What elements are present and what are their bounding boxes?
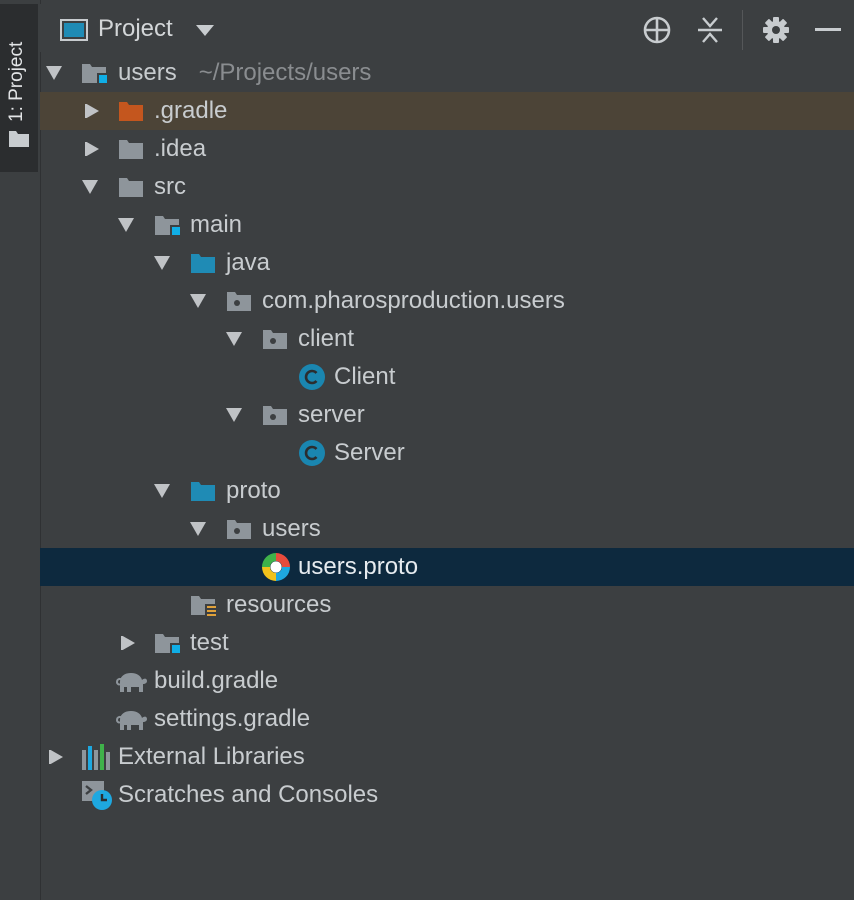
- toolbar-divider: [742, 10, 743, 50]
- tree-node-client-class[interactable]: Client: [40, 358, 854, 396]
- folder-icon: [119, 178, 143, 197]
- tree-node-scratches[interactable]: Scratches and Consoles: [40, 776, 854, 814]
- tree-node-label: java: [226, 249, 271, 276]
- gear-icon: [763, 17, 789, 43]
- tree-node-label: .gradle: [154, 97, 228, 124]
- tree-node-label: users: [262, 515, 321, 542]
- tree-node-idea-dir[interactable]: .idea: [40, 130, 854, 168]
- tree-node-main-dir[interactable]: main: [40, 206, 854, 244]
- minimize-icon: [815, 28, 841, 31]
- tree-node-label: com.pharosproduction.users: [262, 287, 565, 314]
- tree-node-users-root[interactable]: users ~/Projects/users: [40, 54, 854, 92]
- protobuf-file-icon: [262, 553, 290, 581]
- gradle-elephant-icon: [116, 673, 147, 692]
- tree-node-proto-dir[interactable]: proto: [40, 472, 854, 510]
- tree-node-label: server: [298, 401, 365, 428]
- gradle-elephant-icon: [116, 711, 147, 730]
- scratches-icon: [82, 781, 112, 810]
- tree-node-test-dir[interactable]: test: [40, 624, 854, 662]
- project-view-icon: [60, 19, 88, 41]
- module-folder-icon: [155, 216, 180, 235]
- expand-arrow-icon[interactable]: [46, 66, 62, 80]
- tree-node-resources-dir[interactable]: resources: [40, 586, 854, 624]
- tree-node-label: users.proto: [298, 553, 419, 580]
- package-icon: [263, 330, 287, 349]
- tree-node-users-proto-file[interactable]: users.proto: [40, 548, 854, 586]
- tree-node-label: Scratches and Consoles: [118, 781, 379, 808]
- view-selector-label[interactable]: Project: [98, 15, 173, 43]
- expand-arrow-icon[interactable]: [82, 180, 98, 194]
- expand-arrow-icon[interactable]: [226, 332, 242, 346]
- folder-icon: [9, 131, 29, 147]
- collapsed-arrow-icon[interactable]: [84, 104, 100, 118]
- tree-node-server-package[interactable]: server: [40, 396, 854, 434]
- tree-node-label: test: [190, 629, 229, 656]
- libraries-icon: [82, 744, 110, 770]
- excluded-folder-icon: [119, 102, 143, 121]
- tree-node-gradle-dir[interactable]: .gradle: [40, 92, 854, 130]
- collapse-all-icon: [698, 17, 722, 43]
- expand-arrow-icon[interactable]: [154, 256, 170, 270]
- hide-panel-button[interactable]: [812, 14, 844, 46]
- tree-node-package[interactable]: com.pharosproduction.users: [40, 282, 854, 320]
- module-folder-icon: [155, 634, 180, 653]
- resources-folder-icon: [191, 596, 216, 617]
- package-icon: [263, 406, 287, 425]
- crosshair-icon: [643, 16, 671, 44]
- expand-arrow-icon[interactable]: [154, 484, 170, 498]
- tool-window-strip: 1: Project: [0, 0, 41, 900]
- project-header: Project: [40, 4, 854, 52]
- tree-node-label: main: [190, 211, 243, 238]
- tree-node-label: .idea: [154, 135, 207, 162]
- folder-icon: [119, 140, 143, 159]
- module-folder-icon: [82, 64, 107, 83]
- tree-node-server-class[interactable]: Server: [40, 434, 854, 472]
- collapse-all-button[interactable]: [694, 14, 726, 46]
- tree-node-label: users: [118, 59, 177, 86]
- source-folder-icon: [191, 254, 215, 273]
- tree-node-settings-gradle[interactable]: settings.gradle: [40, 700, 854, 738]
- tree-node-label: client: [298, 325, 355, 352]
- expand-arrow-icon[interactable]: [118, 218, 134, 232]
- tree-node-label: External Libraries: [118, 743, 305, 770]
- tree-node-label: build.gradle: [154, 667, 279, 694]
- source-folder-icon: [191, 482, 215, 501]
- class-icon: [299, 440, 325, 466]
- collapsed-arrow-icon[interactable]: [120, 636, 136, 650]
- collapsed-arrow-icon[interactable]: [84, 142, 100, 156]
- tree-node-label: Client: [334, 363, 396, 390]
- package-icon: [227, 520, 251, 539]
- chevron-down-icon[interactable]: [196, 25, 214, 37]
- settings-button[interactable]: [760, 14, 792, 46]
- expand-arrow-icon[interactable]: [190, 294, 206, 308]
- tree-node-client-package[interactable]: client: [40, 320, 854, 358]
- class-icon: [299, 364, 325, 390]
- tree-node-label: settings.gradle: [154, 705, 311, 732]
- project-tool-tab-label: 1: Project: [6, 41, 27, 122]
- tree-node-users-package[interactable]: users: [40, 510, 854, 548]
- tree-node-build-gradle[interactable]: build.gradle: [40, 662, 854, 700]
- tree-node-label: Server: [334, 439, 405, 466]
- expand-arrow-icon[interactable]: [226, 408, 242, 422]
- locate-file-button[interactable]: [641, 14, 673, 46]
- tree-node-external-libraries[interactable]: External Libraries: [40, 738, 854, 776]
- tree-node-path: ~/Projects/users: [198, 59, 372, 86]
- expand-arrow-icon[interactable]: [190, 522, 206, 536]
- project-tool-tab[interactable]: 1: Project: [0, 4, 38, 172]
- collapsed-arrow-icon[interactable]: [48, 750, 64, 764]
- tree-node-java-dir[interactable]: java: [40, 244, 854, 282]
- package-icon: [227, 292, 251, 311]
- tree-node-src-dir[interactable]: src: [40, 168, 854, 206]
- tree-node-label: resources: [226, 591, 332, 618]
- tree-node-label: proto: [226, 477, 281, 504]
- tree-node-label: src: [154, 173, 186, 200]
